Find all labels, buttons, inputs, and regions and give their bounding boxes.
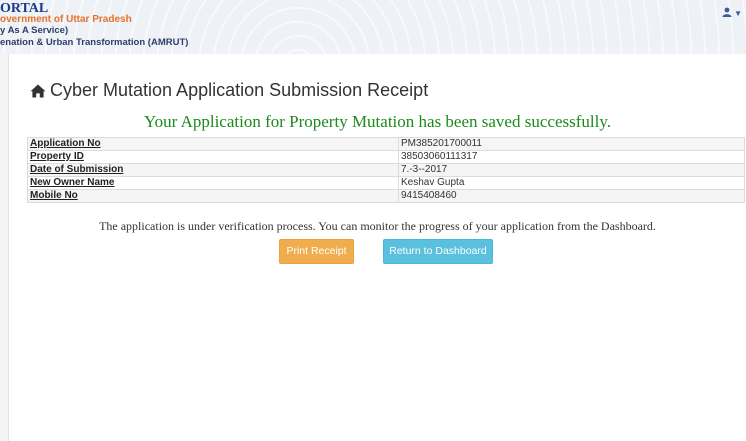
table-row: Date of Submission 7.-3--2017 xyxy=(27,163,745,177)
table-row: New Owner Name Keshav Gupta xyxy=(27,176,745,190)
page-title-text: Cyber Mutation Application Submission Re… xyxy=(50,80,429,100)
success-message: Your Application for Property Mutation h… xyxy=(144,112,611,131)
value-application-no: PM385201700011 xyxy=(398,137,745,151)
header-banner: ORTAL overnment of Uttar Pradesh y As A … xyxy=(0,0,746,54)
caret-down-icon: ▼ xyxy=(734,9,742,18)
return-to-dashboard-button[interactable]: Return to Dashboard xyxy=(383,239,493,264)
value-new-owner-name: Keshav Gupta xyxy=(398,176,745,190)
value-date-of-submission: 7.-3--2017 xyxy=(398,163,745,177)
label-new-owner-name: New Owner Name xyxy=(27,176,399,190)
label-property-id: Property ID xyxy=(27,150,399,164)
user-menu[interactable]: ▼ xyxy=(722,7,742,19)
label-mobile-no: Mobile No xyxy=(27,189,399,203)
brand-government: overnment of Uttar Pradesh xyxy=(0,14,132,25)
verification-note: The application is under verification pr… xyxy=(99,219,656,233)
table-row: Property ID 38503060111317 xyxy=(27,150,745,164)
brand-service: y As A Service) xyxy=(0,25,69,36)
label-application-no: Application No xyxy=(27,137,399,151)
value-mobile-no: 9415408460 xyxy=(398,189,745,203)
left-sidebar-edge xyxy=(0,54,9,441)
brand-amrut: enation & Urban Transformation (AMRUT) xyxy=(0,37,189,48)
value-property-id: 38503060111317 xyxy=(398,150,745,164)
page-title: Cyber Mutation Application Submission Re… xyxy=(30,80,428,101)
receipt-details-table: Application No PM385201700011 Property I… xyxy=(27,137,745,203)
main-panel: Cyber Mutation Application Submission Re… xyxy=(9,54,746,441)
home-icon xyxy=(30,84,46,98)
user-icon xyxy=(722,7,732,17)
table-row: Mobile No 9415408460 xyxy=(27,189,745,203)
label-date-of-submission: Date of Submission xyxy=(27,163,399,177)
table-row: Application No PM385201700011 xyxy=(27,137,745,151)
print-receipt-button[interactable]: Print Receipt xyxy=(279,239,354,264)
